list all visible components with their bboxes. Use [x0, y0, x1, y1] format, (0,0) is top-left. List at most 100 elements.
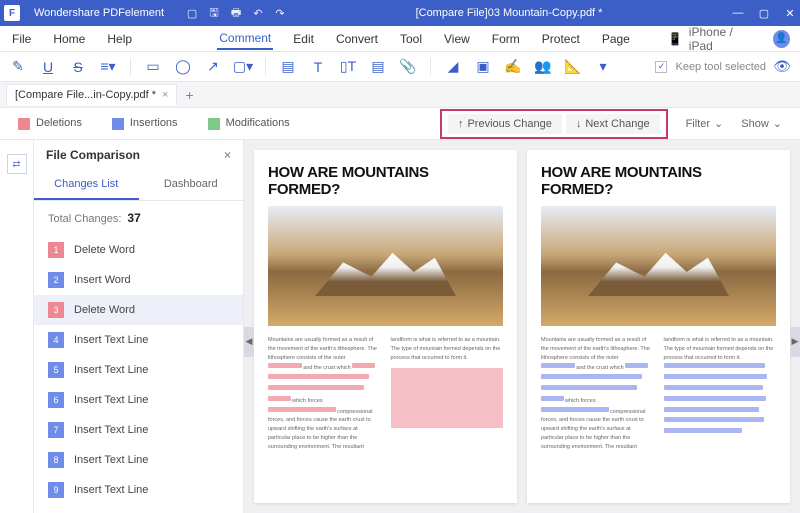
page-right: HOW ARE MOUNTAINS FORMED? Mountains are …: [527, 150, 790, 503]
show-dropdown[interactable]: Show ⌄: [741, 117, 782, 130]
filter-dropdown[interactable]: Filter ⌄: [686, 117, 724, 130]
undo-icon[interactable]: ↶: [252, 7, 264, 19]
callout-icon[interactable]: ▤: [370, 59, 386, 75]
change-item[interactable]: 8 Insert Text Line: [34, 445, 243, 475]
shape-icon[interactable]: ▢▾: [235, 59, 251, 75]
tab-changes-list[interactable]: Changes List: [34, 170, 139, 200]
attach-icon[interactable]: 📎: [400, 59, 416, 75]
menu-page[interactable]: Page: [600, 29, 632, 49]
changes-list: 1Delete Word 2 Insert Word 3Delete Word4Ins…: [34, 235, 243, 513]
textbox-icon[interactable]: ▯T: [340, 59, 356, 75]
change-label: Insert Text Line: [74, 394, 148, 406]
menu-convert[interactable]: Convert: [334, 29, 380, 49]
change-label: Delete Word: [74, 304, 135, 316]
print-icon[interactable]: 🖶: [230, 7, 242, 19]
more-icon[interactable]: ▾: [595, 59, 611, 75]
change-item[interactable]: 9 Insert Text Line: [34, 475, 243, 505]
change-nav-group: ↑Previous Change ↓Next Change: [440, 109, 668, 139]
change-label: Insert Text Line: [74, 484, 148, 496]
measure-icon[interactable]: 📐: [565, 59, 581, 75]
change-item[interactable]: 2 Insert Word: [34, 265, 243, 295]
underline-icon[interactable]: U: [40, 59, 56, 75]
minimize-icon[interactable]: —: [732, 7, 744, 19]
arrow-icon[interactable]: ↗: [205, 59, 221, 75]
collapse-left-icon[interactable]: ◀: [244, 327, 254, 357]
comparison-panel: File Comparison × Changes List Dashboard…: [34, 140, 244, 513]
compare-panel-icon[interactable]: ⇄: [7, 154, 27, 174]
stamp-icon[interactable]: ▣: [475, 59, 491, 75]
tab-dashboard[interactable]: Dashboard: [139, 170, 244, 200]
document-title: [Compare File]03 Mountain-Copy.pdf *: [286, 7, 732, 19]
change-item[interactable]: 5 Insert Text Line: [34, 355, 243, 385]
arrow-up-icon: ↑: [458, 118, 464, 130]
signature-icon[interactable]: ✍: [505, 59, 521, 75]
menu-protect[interactable]: Protect: [540, 29, 582, 49]
change-label: Insert Word: [74, 274, 131, 286]
menu-file[interactable]: File: [10, 29, 33, 49]
compare-icon[interactable]: 👥: [535, 59, 551, 75]
col-left: Mountains are usually formed as a result…: [268, 336, 381, 489]
change-label: Insert Text Line: [74, 454, 148, 466]
save-icon[interactable]: 🖫: [208, 7, 220, 19]
change-item[interactable]: 4Insert Text Line: [34, 325, 243, 355]
menu-view[interactable]: View: [442, 29, 472, 49]
change-item[interactable]: 3Delete Word: [34, 295, 243, 325]
change-item[interactable]: 7Insert Text Line: [34, 415, 243, 445]
maximize-icon[interactable]: ▢: [758, 7, 770, 19]
chevron-down-icon: ⌄: [714, 117, 723, 130]
note-icon[interactable]: ▤: [280, 59, 296, 75]
document-tab[interactable]: [Compare File...in-Copy.pdf * ×: [6, 84, 177, 105]
change-number-badge: 9: [48, 482, 64, 498]
change-number-badge: 2: [48, 272, 64, 288]
col-left: Mountains are usually formed as a result…: [541, 336, 654, 489]
device-label: iPhone / iPad: [689, 25, 755, 53]
next-change-button[interactable]: ↓Next Change: [566, 114, 660, 134]
titlebar: F Wondershare PDFelement ▢ 🖫 🖶 ↶ ↷ [Comp…: [0, 0, 800, 26]
change-number-badge: 5: [48, 362, 64, 378]
change-item[interactable]: 1Delete Word: [34, 235, 243, 265]
deleted-block: [391, 368, 504, 428]
tab-close-icon[interactable]: ×: [162, 89, 168, 101]
toolbar: ✎ U S ≡▾ ▭ ◯ ↗ ▢▾ ▤ T ▯T ▤ 📎 ◢ ▣ ✍ 👥 📐 ▾…: [0, 52, 800, 82]
menu-comment[interactable]: Comment: [217, 28, 273, 50]
text-icon[interactable]: T: [310, 59, 326, 75]
circle-icon[interactable]: ◯: [175, 59, 191, 75]
highlight-icon[interactable]: ✎: [10, 59, 26, 75]
visibility-icon[interactable]: 👁: [774, 59, 790, 75]
open-icon[interactable]: ▢: [186, 7, 198, 19]
new-tab-button[interactable]: +: [185, 87, 193, 103]
keep-tool-checkbox[interactable]: ✓: [655, 61, 667, 73]
panel-close-icon[interactable]: ×: [224, 148, 231, 162]
legend-insertions: Insertions: [112, 117, 178, 129]
menubar: File Home Help Comment Edit Convert Tool…: [0, 26, 800, 52]
close-icon[interactable]: ✕: [784, 7, 796, 19]
menu-tool[interactable]: Tool: [398, 29, 424, 49]
col-right: landform is what is referred to as a mou…: [391, 336, 504, 489]
chevron-down-icon: ⌄: [773, 117, 782, 130]
total-changes: Total Changes:37: [34, 201, 243, 235]
menu-form[interactable]: Form: [490, 29, 522, 49]
document-tabs: [Compare File...in-Copy.pdf * × +: [0, 82, 800, 108]
device-link[interactable]: 📱 iPhone / iPad: [668, 25, 755, 53]
previous-change-button[interactable]: ↑Previous Change: [448, 114, 562, 134]
menu-help[interactable]: Help: [105, 29, 134, 49]
change-label: Insert Text Line: [74, 424, 148, 436]
menu-home[interactable]: Home: [51, 29, 87, 49]
redo-icon[interactable]: ↷: [274, 7, 286, 19]
change-label: Insert Text Line: [74, 364, 148, 376]
list-icon[interactable]: ≡▾: [100, 59, 116, 75]
collapse-right-icon[interactable]: ▶: [790, 327, 800, 357]
compare-view: ◀ ▶ HOW ARE MOUNTAINS FORMED? Mountains …: [244, 140, 800, 513]
strikethrough-icon[interactable]: S: [70, 59, 86, 75]
change-item[interactable]: 6Insert Text Line: [34, 385, 243, 415]
rect-icon[interactable]: ▭: [145, 59, 161, 75]
eraser-icon[interactable]: ◢: [445, 59, 461, 75]
main-area: ⇄ File Comparison × Changes List Dashboa…: [0, 140, 800, 513]
hero-image: [268, 206, 503, 326]
user-avatar-icon[interactable]: 👤: [773, 30, 790, 48]
menu-edit[interactable]: Edit: [291, 29, 316, 49]
legend-bar: Deletions Insertions Modifications ↑Prev…: [0, 108, 800, 140]
page-heading: HOW ARE MOUNTAINS FORMED?: [541, 164, 776, 198]
col-right: landform is what is referred to as a mou…: [664, 336, 777, 489]
change-number-badge: 8: [48, 452, 64, 468]
